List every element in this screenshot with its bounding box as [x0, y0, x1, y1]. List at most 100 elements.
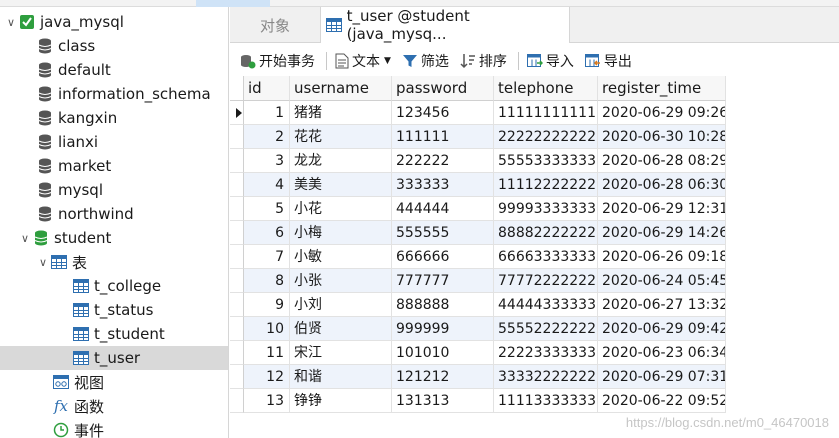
table-row[interactable]: 12 和谐 121212 33332222222 2020-06-29 07:31 — [230, 365, 839, 389]
table-cell[interactable]: 2020-06-22 09:52 — [598, 389, 726, 413]
table-cell[interactable]: 22222222222 — [494, 125, 598, 149]
table-cell[interactable]: 8 — [244, 269, 290, 293]
table-cell[interactable]: 444444 — [392, 197, 494, 221]
begin-transaction-button[interactable]: 开始事务 — [236, 49, 319, 73]
export-button[interactable]: 导出 — [581, 49, 636, 73]
table-cell[interactable]: 111111 — [392, 125, 494, 149]
row-selector[interactable] — [230, 125, 244, 149]
table-cell[interactable]: 2020-06-29 09:26 — [598, 101, 726, 125]
table-cell[interactable]: 44444333333 — [494, 293, 598, 317]
table-cell[interactable]: 222222 — [392, 149, 494, 173]
table-row[interactable]: 6 小梅 555555 88882222222 2020-06-29 14:26 — [230, 221, 839, 245]
database-node[interactable]: market — [0, 154, 228, 178]
table-cell[interactable]: 131313 — [392, 389, 494, 413]
table-row[interactable]: 2 花花 111111 22222222222 2020-06-30 10:28 — [230, 125, 839, 149]
column-header[interactable]: username — [290, 76, 392, 101]
database-node[interactable]: class — [0, 34, 228, 58]
database-node[interactable]: northwind — [0, 202, 228, 226]
table-cell[interactable]: 小刘 — [290, 293, 392, 317]
table-cell[interactable]: 2020-06-26 09:18 — [598, 245, 726, 269]
table-cell[interactable]: 333333 — [392, 173, 494, 197]
row-selector[interactable] — [230, 221, 244, 245]
sort-button[interactable]: 排序 — [456, 49, 511, 73]
table-cell[interactable]: 2020-06-23 06:34 — [598, 341, 726, 365]
table-cell[interactable]: 2020-06-28 08:29 — [598, 149, 726, 173]
table-cell[interactable]: 999999 — [392, 317, 494, 341]
table-cell[interactable]: 1 — [244, 101, 290, 125]
table-cell[interactable]: 77772222222 — [494, 269, 598, 293]
table-cell[interactable]: 121212 — [392, 365, 494, 389]
column-header[interactable]: id — [244, 76, 290, 101]
filter-button[interactable]: 筛选 — [398, 49, 453, 73]
table-row[interactable]: 1 猪猪 123456 11111111111 2020-06-29 09:26 — [230, 101, 839, 125]
table-cell[interactable]: 2020-06-28 06:30 — [598, 173, 726, 197]
table-cell[interactable]: 666666 — [392, 245, 494, 269]
table-cell[interactable]: 11111111111 — [494, 101, 598, 125]
table-cell[interactable]: 55552222222 — [494, 317, 598, 341]
chevron-down-icon[interactable]: ∨ — [18, 231, 32, 245]
table-cell[interactable]: 66663333333 — [494, 245, 598, 269]
table-cell[interactable]: 美美 — [290, 173, 392, 197]
database-node[interactable]: information_schema — [0, 82, 228, 106]
table-cell[interactable]: 花花 — [290, 125, 392, 149]
database-node-student[interactable]: ∨ student — [0, 226, 228, 250]
table-cell[interactable]: 小花 — [290, 197, 392, 221]
table-cell[interactable]: 铮铮 — [290, 389, 392, 413]
table-cell[interactable]: 9 — [244, 293, 290, 317]
table-cell[interactable]: 33332222222 — [494, 365, 598, 389]
chevron-down-icon[interactable]: ∨ — [4, 15, 18, 29]
table-row[interactable]: 10 伯贤 999999 55552222222 2020-06-29 09:42 — [230, 317, 839, 341]
table-row[interactable]: 8 小张 777777 77772222222 2020-06-24 05:45 — [230, 269, 839, 293]
database-node[interactable]: lianxi — [0, 130, 228, 154]
table-cell[interactable]: 2020-06-29 12:31 — [598, 197, 726, 221]
row-selector[interactable] — [230, 293, 244, 317]
table-cell[interactable]: 13 — [244, 389, 290, 413]
table-cell[interactable]: 6 — [244, 221, 290, 245]
table-cell[interactable]: 小张 — [290, 269, 392, 293]
table-cell[interactable]: 2020-06-24 05:45 — [598, 269, 726, 293]
table-cell[interactable]: 2020-06-29 09:42 — [598, 317, 726, 341]
views-group-node[interactable]: 视图 — [0, 370, 228, 394]
column-header[interactable]: telephone — [494, 76, 598, 101]
database-node[interactable]: default — [0, 58, 228, 82]
table-cell[interactable]: 2020-06-29 07:31 — [598, 365, 726, 389]
table-cell[interactable]: 小敏 — [290, 245, 392, 269]
row-selector[interactable] — [230, 149, 244, 173]
table-node[interactable]: t_college — [0, 274, 228, 298]
row-selector[interactable] — [230, 269, 244, 293]
events-group-node[interactable]: 事件 — [0, 418, 228, 438]
column-header[interactable]: register_time — [598, 76, 726, 101]
table-row[interactable]: 3 龙龙 222222 55553333333 2020-06-28 08:29 — [230, 149, 839, 173]
table-node[interactable]: t_student — [0, 322, 228, 346]
table-cell[interactable]: 龙龙 — [290, 149, 392, 173]
row-selector[interactable] — [230, 317, 244, 341]
table-node[interactable]: t_status — [0, 298, 228, 322]
table-cell[interactable]: 小梅 — [290, 221, 392, 245]
functions-group-node[interactable]: fx 函数 — [0, 394, 228, 418]
table-row[interactable]: 4 美美 333333 11112222222 2020-06-28 06:30 — [230, 173, 839, 197]
row-selector[interactable] — [230, 365, 244, 389]
table-cell[interactable]: 2020-06-29 14:26 — [598, 221, 726, 245]
table-cell[interactable]: 888888 — [392, 293, 494, 317]
row-selector[interactable] — [230, 173, 244, 197]
table-cell[interactable]: 777777 — [392, 269, 494, 293]
table-row[interactable]: 7 小敏 666666 66663333333 2020-06-26 09:18 — [230, 245, 839, 269]
row-selector[interactable] — [230, 341, 244, 365]
table-cell[interactable]: 99993333333 — [494, 197, 598, 221]
table-cell[interactable]: 55553333333 — [494, 149, 598, 173]
row-selector[interactable] — [230, 101, 244, 125]
table-cell[interactable]: 2020-06-30 10:28 — [598, 125, 726, 149]
table-cell[interactable]: 12 — [244, 365, 290, 389]
table-cell[interactable]: 88882222222 — [494, 221, 598, 245]
table-row[interactable]: 13 铮铮 131313 11113333333 2020-06-22 09:52 — [230, 389, 839, 413]
table-cell[interactable]: 宋江 — [290, 341, 392, 365]
table-cell[interactable]: 4 — [244, 173, 290, 197]
table-cell[interactable]: 2020-06-27 13:32 — [598, 293, 726, 317]
table-cell[interactable]: 11112222222 — [494, 173, 598, 197]
table-cell[interactable]: 123456 — [392, 101, 494, 125]
table-cell[interactable]: 和谐 — [290, 365, 392, 389]
table-cell[interactable]: 10 — [244, 317, 290, 341]
table-cell[interactable]: 伯贤 — [290, 317, 392, 341]
row-selector[interactable] — [230, 197, 244, 221]
import-button[interactable]: 导入 — [523, 49, 578, 73]
